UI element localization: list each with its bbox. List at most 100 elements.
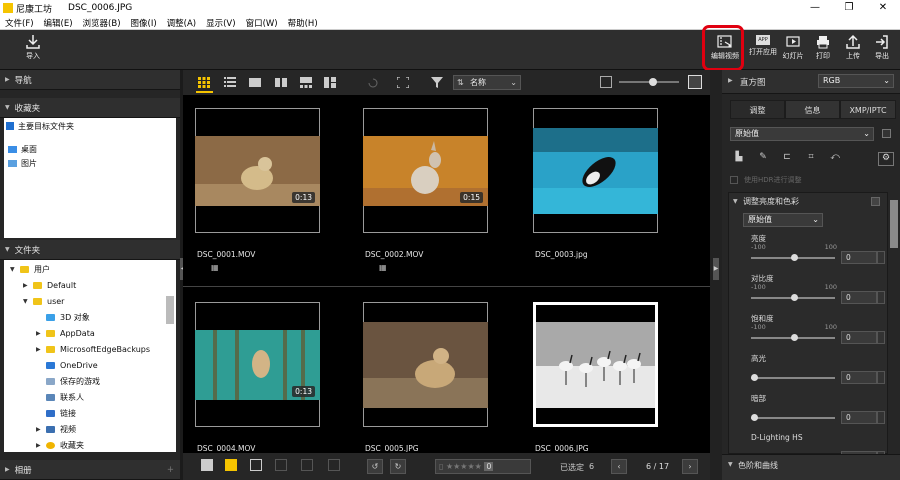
favorites-item-pictures[interactable]: 图片 (8, 156, 37, 170)
slider-knob[interactable] (791, 254, 798, 261)
favorites-header[interactable]: ▼ 收藏夹 (0, 98, 180, 118)
add-album-icon[interactable]: + (167, 465, 174, 475)
close-button[interactable]: ✕ (866, 0, 900, 16)
folder-tree-item[interactable]: ▶ Default (23, 278, 76, 292)
slider-spinner[interactable] (877, 331, 885, 344)
settings-gear-icon[interactable]: ⚙ (878, 152, 894, 166)
compare-icon[interactable] (301, 459, 313, 471)
compare-view-icon[interactable] (275, 77, 287, 88)
open-app-button[interactable]: APP 打开应用 (748, 32, 778, 57)
single-view-icon[interactable] (249, 77, 261, 88)
label-icon[interactable] (225, 459, 237, 471)
next-page-button[interactable]: › (682, 459, 698, 474)
collapse-arrow-icon[interactable]: ▼ (23, 298, 33, 305)
thumbnail-cell[interactable] (363, 302, 488, 427)
list-view-icon[interactable] (224, 77, 236, 88)
folder-tree-item[interactable]: 保存的游戏 (36, 374, 100, 388)
menu-file[interactable]: 文件(F) (0, 17, 39, 29)
expand-arrow-icon[interactable]: ▶ (23, 282, 33, 289)
favorites-item-desktop[interactable]: 桌面 (8, 142, 37, 156)
slider-track[interactable] (751, 254, 835, 261)
zoom-out-button[interactable] (600, 76, 612, 88)
tool-crop-icon[interactable]: ⊏ (776, 152, 798, 170)
folder-tree-scrollbar[interactable] (166, 296, 174, 324)
zoom-in-button[interactable] (688, 75, 702, 89)
tile-icon[interactable] (328, 459, 340, 471)
folder-tree-item[interactable]: ▼ 用户 (10, 262, 50, 276)
folder-tree-item[interactable]: ▶ AppData (36, 326, 95, 340)
slider-value-input[interactable]: 0 (841, 331, 877, 344)
tool-stamp-icon[interactable]: ▙ (728, 152, 750, 170)
folder-tree-item[interactable]: ▶ 视频 (36, 422, 76, 436)
slider-track[interactable] (751, 414, 835, 421)
levels-header[interactable]: ▼ 色阶和曲线 (722, 454, 900, 480)
slideshow-button[interactable]: 幻灯片 (778, 32, 808, 61)
export-button[interactable]: 导出 (867, 32, 897, 61)
tool-straighten-icon[interactable]: ⌗ (800, 152, 822, 170)
section-preset-select[interactable]: 原始值 ⌄ (743, 213, 823, 227)
thumbnail-cell[interactable]: 0:13 (195, 108, 320, 233)
slider-spinner[interactable] (877, 411, 885, 424)
slider-knob[interactable] (751, 414, 758, 421)
prev-page-button[interactable]: ‹ (611, 459, 627, 474)
filmstrip-view-icon[interactable] (300, 77, 312, 88)
table-icon[interactable] (275, 459, 287, 471)
stack-icon[interactable] (201, 459, 213, 471)
slider-value-input[interactable]: 0 (841, 371, 877, 384)
menu-edit[interactable]: 编辑(E) (39, 17, 78, 29)
hdr-checkbox[interactable] (730, 176, 738, 184)
thumbnail-size-slider[interactable] (619, 78, 679, 86)
slider-knob[interactable] (751, 374, 758, 381)
sort-select[interactable]: ⇅ 名称 ⌄ (453, 75, 521, 90)
minimize-button[interactable]: — (798, 0, 832, 16)
folder-tree-item[interactable]: OneDrive (36, 358, 98, 372)
folder-tree-item[interactable]: 链接 (36, 406, 76, 420)
expand-arrow-icon[interactable]: ▶ (36, 346, 46, 353)
maximize-button[interactable]: ❐ (832, 0, 866, 16)
slider-value-input[interactable]: 0 (841, 411, 877, 424)
collapse-arrow-icon[interactable]: ▼ (10, 266, 20, 273)
tab-adjust[interactable]: 调整 (730, 100, 785, 119)
thumbnail-cell[interactable]: 0:15 (363, 108, 488, 233)
histogram-header[interactable]: ▶ 直方图 RGB ⌄ (722, 70, 900, 94)
folder-tree-item[interactable]: 3D 对象 (36, 310, 90, 324)
layout-view-icon[interactable] (324, 77, 336, 88)
rotate-right-button[interactable]: ↻ (390, 459, 406, 474)
right-scrollbar[interactable] (890, 200, 898, 248)
expand-arrow-icon[interactable]: ▶ (36, 442, 46, 449)
menu-adjust[interactable]: 调整(A) (162, 17, 201, 29)
filter-icon[interactable] (431, 77, 443, 88)
menu-help[interactable]: 帮助(H) (283, 17, 323, 29)
menu-window[interactable]: 窗口(W) (241, 17, 283, 29)
expand-arrow-icon[interactable]: ▶ (36, 426, 46, 433)
histogram-mode-select[interactable]: RGB ⌄ (818, 74, 894, 88)
print-button[interactable]: 打印 (808, 32, 838, 61)
upload-button[interactable]: 上传 (838, 32, 868, 61)
slider-track[interactable] (751, 374, 835, 381)
thumbnail-cell[interactable] (533, 108, 658, 233)
rating-bar[interactable]: ▯ ★★★★★ 0 (435, 459, 531, 474)
slider-track[interactable] (751, 294, 835, 301)
section-checkbox[interactable] (871, 197, 880, 206)
tab-xmp[interactable]: XMP/IPTC (840, 100, 896, 119)
preset-checkbox[interactable] (882, 129, 891, 138)
tool-brush-icon[interactable]: ✎ (752, 152, 774, 170)
import-button[interactable]: 导入 (18, 32, 48, 61)
grid-view-icon[interactable] (198, 77, 210, 88)
folder-tree-item[interactable]: ▶ MicrosoftEdgeBackups (36, 342, 150, 356)
slider-knob[interactable] (649, 78, 657, 86)
tab-info[interactable]: 信息 (785, 100, 840, 119)
folders-header[interactable]: ▼ 文件夹 (0, 240, 180, 260)
rotate-icon[interactable] (367, 77, 379, 88)
thumbnail-cell[interactable]: 0:13 (195, 302, 320, 427)
navigation-header[interactable]: ▶ 导航 (0, 70, 180, 90)
slider-spinner[interactable] (877, 251, 885, 264)
menu-browser[interactable]: 浏览器(B) (78, 17, 126, 29)
preset-select[interactable]: 原始值 ⌄ (730, 127, 874, 141)
menu-view[interactable]: 显示(V) (201, 17, 240, 29)
expand-arrow-icon[interactable]: ▶ (36, 330, 46, 337)
album-header[interactable]: ▶ 相册 + (0, 460, 180, 480)
tool-redeye-icon[interactable]: ⤺ (824, 152, 846, 170)
slider-spinner[interactable] (877, 371, 885, 384)
favorites-root[interactable]: 主要目标文件夹 (6, 119, 74, 133)
